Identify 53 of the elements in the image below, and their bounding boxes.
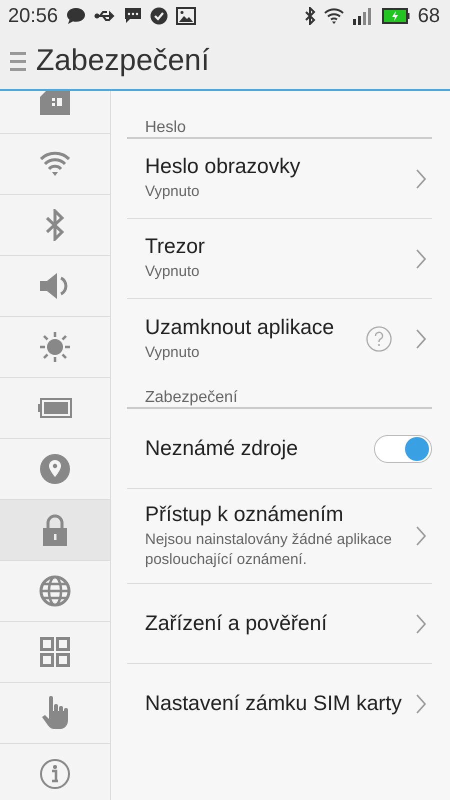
check-circle-icon bbox=[150, 7, 168, 25]
section-header: Zabezpečení bbox=[144, 388, 239, 407]
chat-bubble-icon bbox=[66, 7, 86, 25]
item-title: Zařízení a pověření bbox=[145, 612, 328, 636]
clock: 20:56 bbox=[8, 4, 58, 28]
sun-icon bbox=[39, 331, 71, 363]
wifi-icon bbox=[324, 8, 344, 24]
settings-item[interactable]: Nastavení zámku SIM karty bbox=[127, 664, 432, 744]
battery-charging-icon bbox=[382, 8, 410, 24]
page-title: Zabezpečení bbox=[36, 44, 210, 78]
chevron-right-icon bbox=[416, 168, 426, 188]
item-title: Trezor bbox=[145, 235, 206, 260]
settings-item[interactable]: Přístup k oznámením Nejsou nainstalovány žádné aplikace poslouchající oznámení. bbox=[127, 489, 432, 584]
chevron-right-icon bbox=[416, 248, 426, 268]
image-icon bbox=[176, 7, 196, 25]
item-subtitle: Vypnuto bbox=[145, 342, 200, 362]
item-title: Přístup k oznámením bbox=[145, 503, 344, 527]
item-subtitle: Vypnuto bbox=[145, 262, 200, 282]
settings-item[interactable]: Neznámé zdroje bbox=[127, 409, 432, 489]
item-title: Nastavení zámku SIM karty bbox=[145, 692, 403, 716]
menu-icon[interactable] bbox=[10, 50, 26, 72]
section-header: Heslo bbox=[144, 118, 187, 137]
bluetooth-icon bbox=[45, 209, 65, 241]
lock-icon bbox=[42, 514, 68, 546]
settings-item[interactable]: Zařízení a pověření bbox=[127, 584, 432, 664]
info-icon bbox=[39, 758, 71, 790]
sidebar-item[interactable] bbox=[0, 91, 110, 134]
item-subtitle: Vypnuto bbox=[145, 182, 200, 202]
bluetooth-icon bbox=[304, 7, 316, 25]
grid-icon bbox=[40, 637, 70, 667]
location-pin-icon bbox=[40, 454, 70, 484]
globe-icon bbox=[39, 575, 71, 607]
chevron-right-icon bbox=[416, 614, 426, 634]
message-icon bbox=[124, 7, 142, 25]
chevron-right-icon bbox=[416, 329, 426, 349]
usb-icon bbox=[94, 9, 116, 23]
item-title: Heslo obrazovky bbox=[145, 155, 302, 180]
battery-icon bbox=[38, 398, 72, 418]
item-subtitle: Nejsou nainstalovány žádné aplikace poslouchající oznámení. bbox=[145, 530, 393, 569]
chevron-right-icon bbox=[416, 526, 426, 546]
battery-level: 68 bbox=[418, 4, 440, 28]
pointing-hand-icon bbox=[41, 696, 69, 730]
toggle-switch[interactable] bbox=[374, 434, 432, 462]
help-icon[interactable] bbox=[366, 326, 392, 352]
item-title: Uzamknout aplikace bbox=[145, 316, 336, 340]
settings-item[interactable]: Uzamknout aplikace Vypnuto bbox=[127, 299, 432, 379]
item-title: Neznámé zdroje bbox=[145, 436, 299, 460]
settings-item[interactable]: Trezor Vypnuto bbox=[127, 219, 432, 299]
wifi-icon bbox=[39, 151, 71, 177]
chevron-right-icon bbox=[416, 694, 426, 714]
signal-icon bbox=[352, 7, 374, 25]
settings-item[interactable]: Heslo obrazovky Vypnuto bbox=[127, 139, 432, 219]
sidebar-item[interactable] bbox=[0, 500, 110, 561]
